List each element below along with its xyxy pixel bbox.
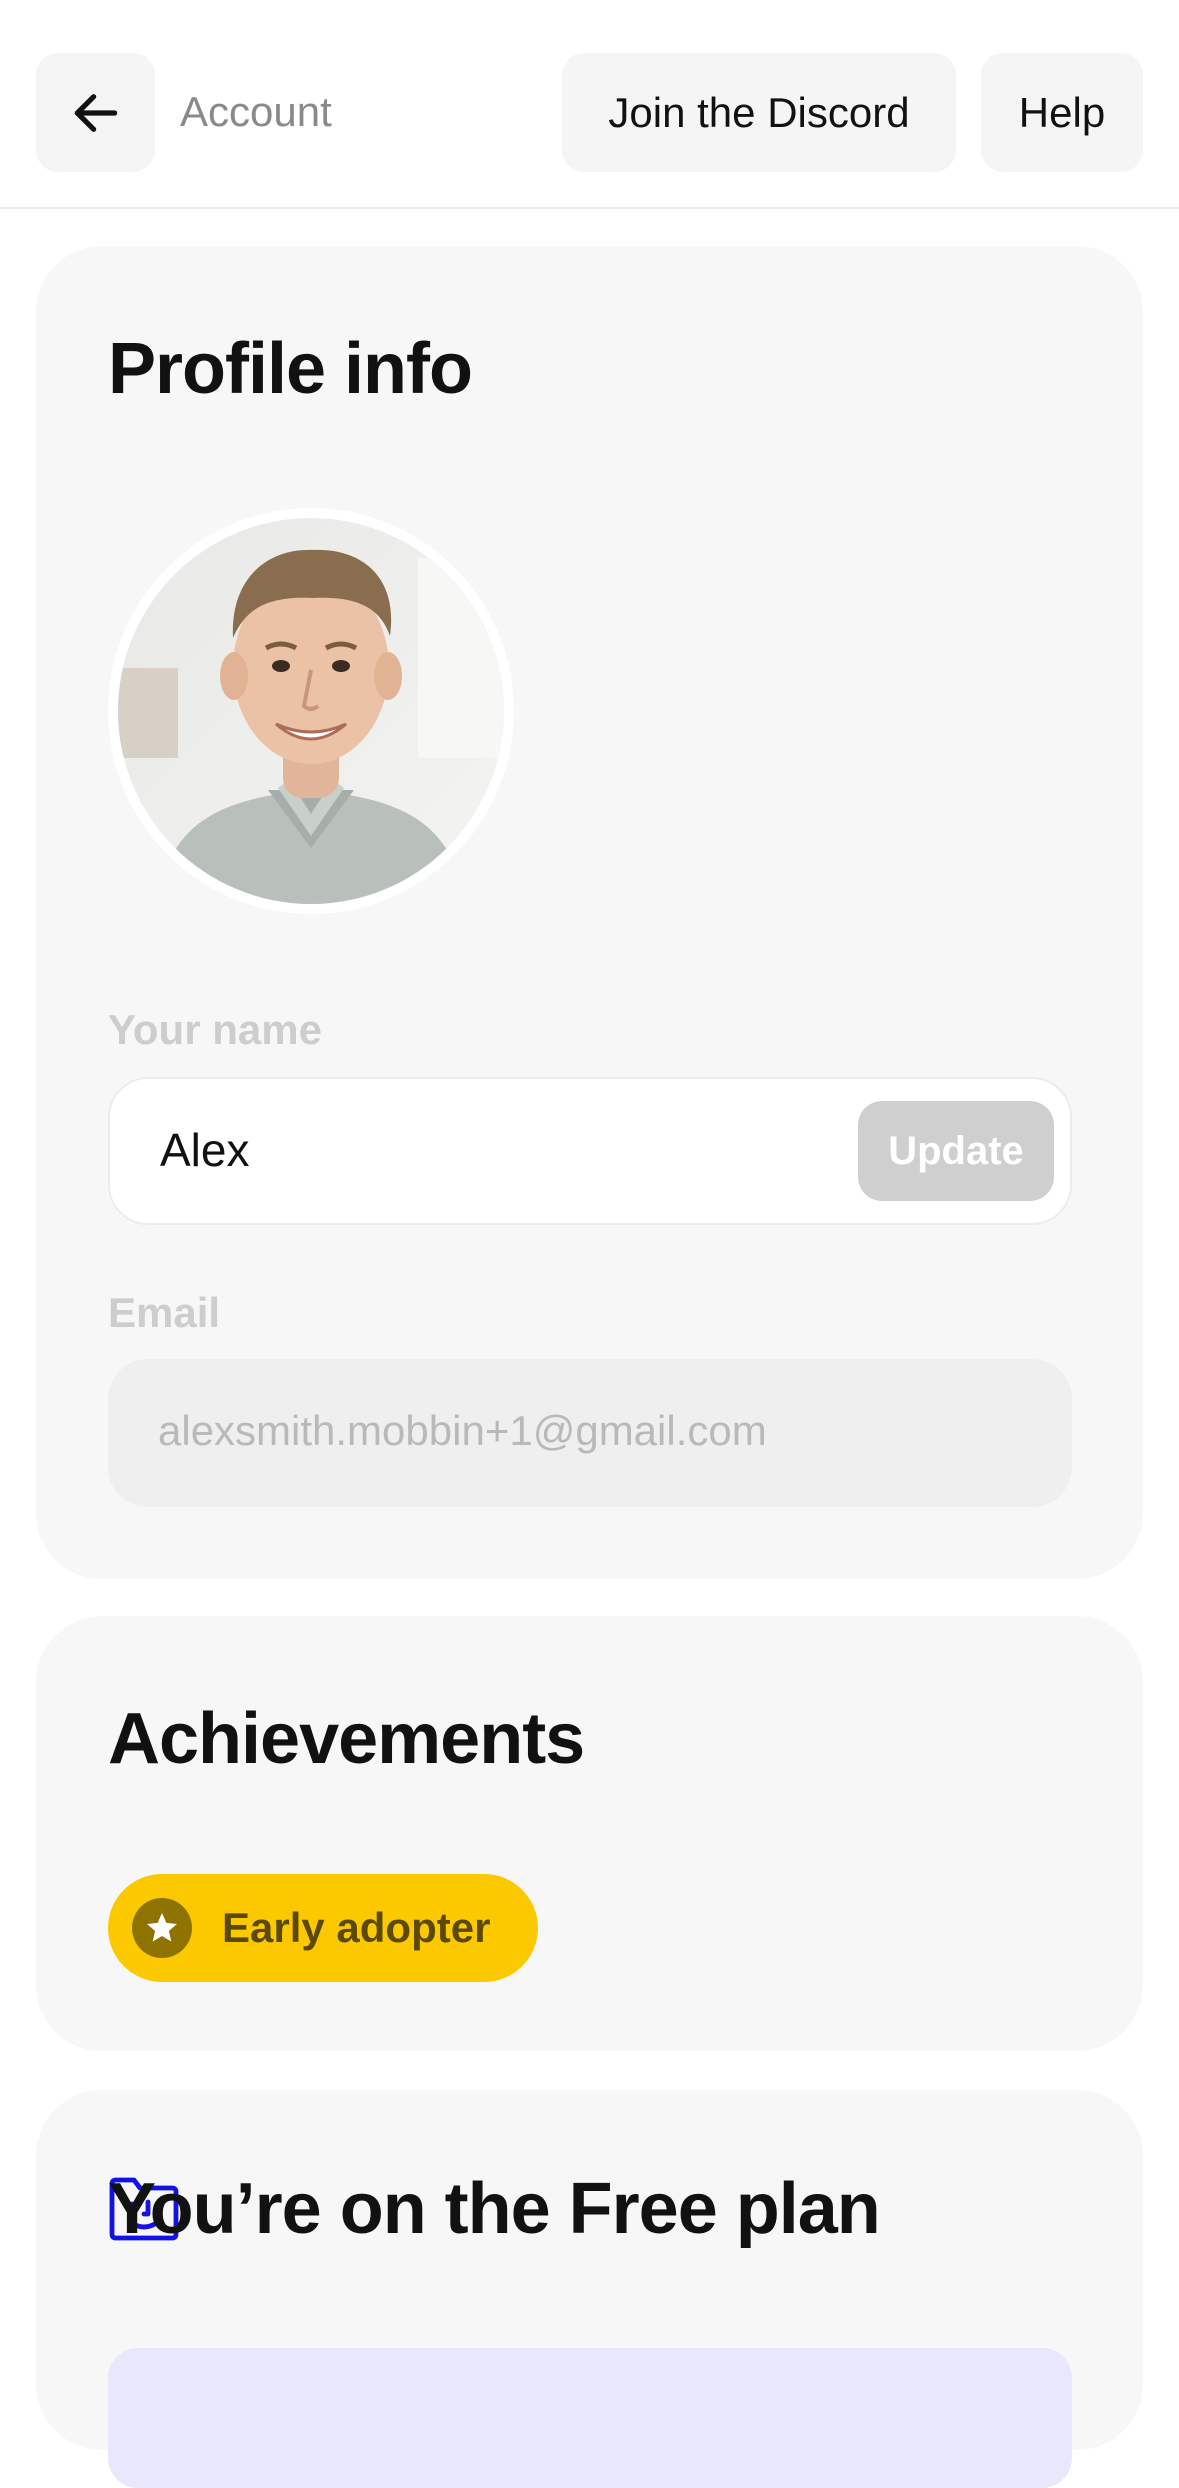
help-button[interactable]: Help [981,53,1143,172]
top-bar: Account Join the Discord Help [0,0,1179,209]
avatar-photo [118,518,504,904]
email-value: alexsmith.mobbin+1@gmail.com [158,1407,767,1454]
update-button[interactable]: Update [858,1101,1054,1201]
plan-title: You’re on the Free plan [108,2169,881,2249]
plan-card: You’re on the Free plan [36,2090,1143,2488]
early-adopter-badge: Early adopter [108,1874,538,1982]
star-icon [132,1898,192,1958]
achievements-heading: Achievements [108,1699,585,1779]
achievements-card: Achievements Early adopter [36,1616,1143,2051]
name-field[interactable]: Alex Update [108,1077,1072,1225]
email-field: alexsmith.mobbin+1@gmail.com [108,1359,1072,1507]
name-label: Your name [108,1006,322,1053]
back-button[interactable] [36,53,155,172]
name-input-value[interactable]: Alex [160,1123,249,1177]
profile-card: Profile info Your name Alex Update Email… [36,246,1143,1579]
email-label: Email [108,1289,221,1336]
arrow-left-icon [74,93,117,132]
avatar[interactable] [108,508,514,914]
plan-info-box [108,2348,1072,2488]
badge-label: Early adopter [222,1904,491,1951]
profile-heading: Profile info [108,329,473,409]
page-title: Account [180,88,332,135]
join-discord-button[interactable]: Join the Discord [562,53,956,172]
